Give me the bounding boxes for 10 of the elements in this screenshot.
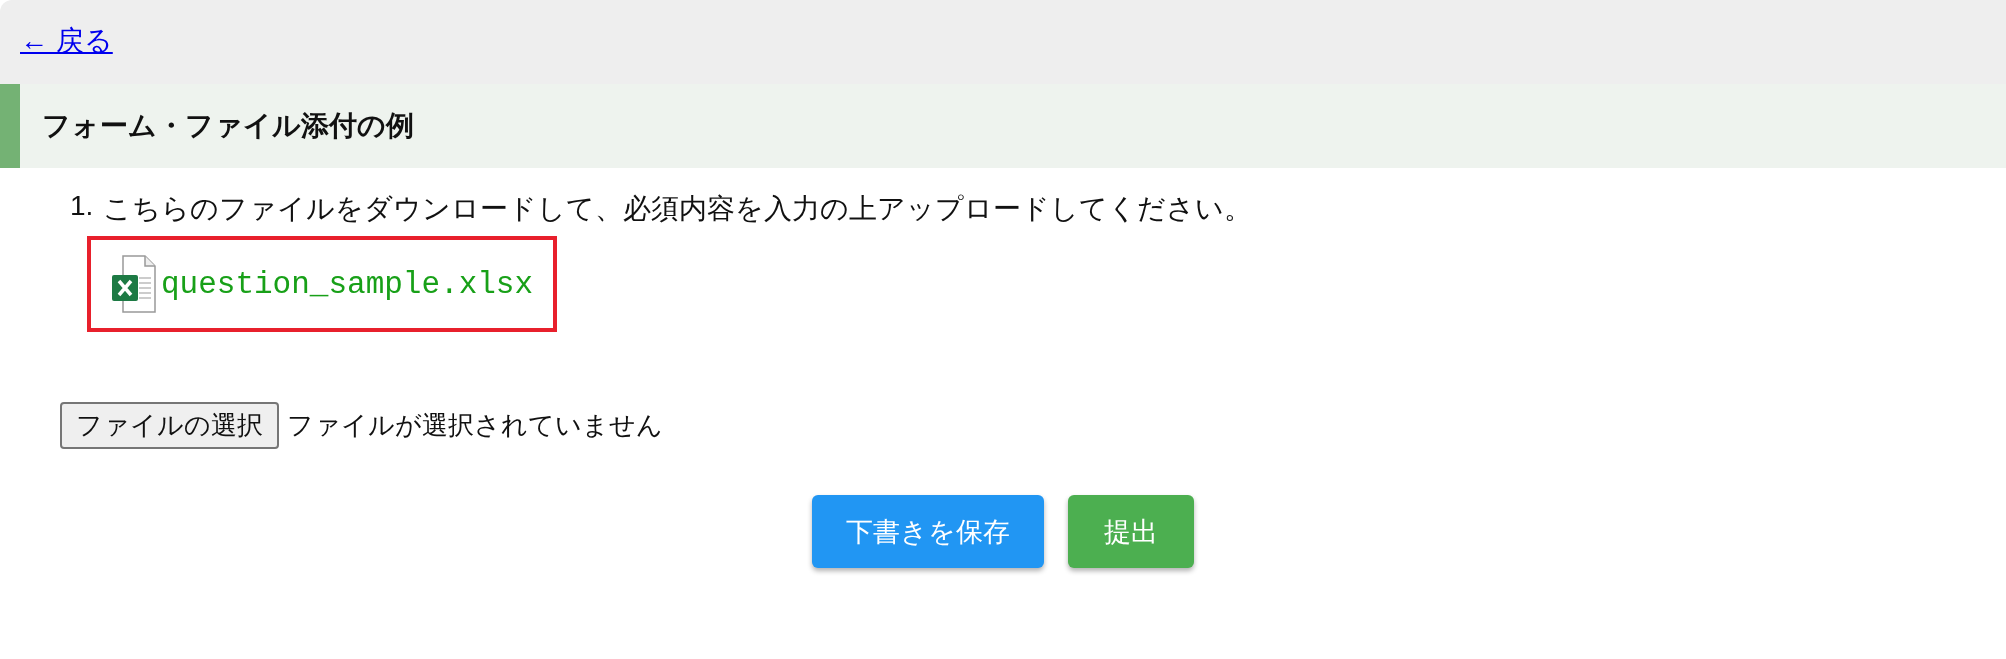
back-link[interactable]: ← 戻る [20,25,113,56]
submit-button[interactable]: 提出 [1068,495,1194,568]
list-number: 1. [70,190,94,223]
choose-file-button[interactable]: ファイルの選択 [60,402,279,449]
section-title: フォーム・ファイル添付の例 [0,84,2006,168]
spreadsheet-file-icon [111,254,157,314]
instruction-text: こちらのファイルをダウンロードして、必須内容を入力の上アップロードしてください。 [103,192,1253,226]
file-status-text: ファイルが選択されていません [287,409,663,442]
file-download-link[interactable]: question_sample.xlsx [161,266,534,302]
save-draft-button[interactable]: 下書きを保存 [812,495,1044,568]
